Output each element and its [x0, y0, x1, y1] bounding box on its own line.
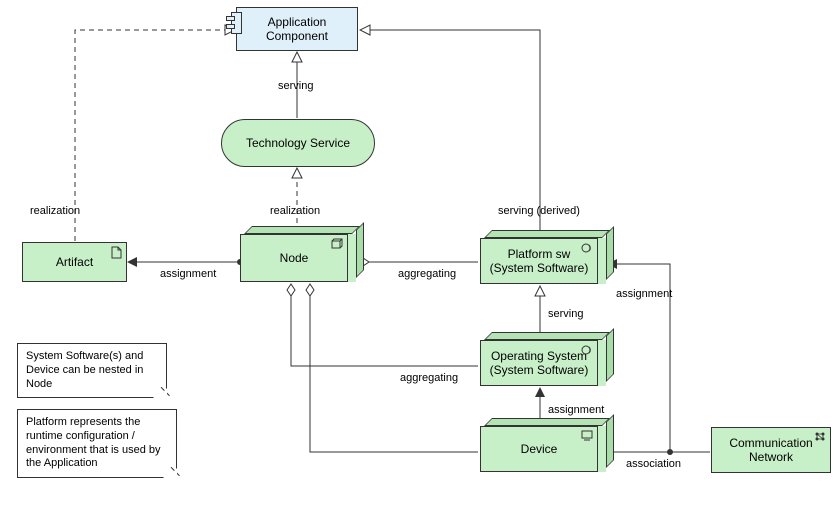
operating-system-box[interactable]: Operating System (System Software) — [480, 340, 606, 386]
syssw-icon-2 — [581, 345, 593, 359]
edge-serving-derived: serving (derived) — [498, 205, 580, 217]
application-component-label: Application Component — [266, 15, 328, 44]
network-icon — [814, 431, 826, 446]
node-label: Node — [280, 251, 309, 265]
edge-assignment2: assignment — [548, 404, 604, 416]
edge-assignment1: assignment — [160, 268, 216, 280]
node-box[interactable]: Node — [240, 234, 356, 282]
note-nested-text: System Software(s) and Device can be nes… — [26, 350, 143, 390]
document-icon — [111, 246, 122, 263]
edge-association: association — [626, 458, 681, 470]
artifact-box[interactable]: Artifact — [22, 242, 127, 282]
technology-service-box[interactable]: Technology Service — [221, 119, 375, 167]
diagram-canvas: Application Component Technology Service… — [0, 0, 838, 516]
device-box[interactable]: Device — [480, 426, 606, 472]
edge-serving2: serving — [548, 308, 583, 320]
edge-assignment3: assignment — [616, 288, 672, 300]
platform-sw-label: Platform sw (System Software) — [490, 247, 589, 276]
comm-network-label: Communication Network — [729, 436, 812, 465]
device-label: Device — [521, 442, 558, 456]
operating-system-label: Operating System (System Software) — [490, 349, 589, 378]
node-icon — [331, 238, 343, 253]
platform-sw-box[interactable]: Platform sw (System Software) — [480, 238, 606, 284]
edge-aggregating2: aggregating — [400, 372, 458, 384]
application-component-box[interactable]: Application Component — [236, 7, 358, 51]
edge-realization2: realization — [270, 205, 320, 217]
note-nested: System Software(s) and Device can be nes… — [17, 343, 167, 398]
edge-aggregating1: aggregating — [398, 268, 456, 280]
technology-service-label: Technology Service — [246, 136, 350, 150]
artifact-label: Artifact — [56, 255, 93, 269]
component-icon — [226, 12, 242, 34]
device-icon — [581, 430, 593, 445]
syssw-icon — [581, 243, 593, 257]
note-platform: Platform represents the runtime configur… — [17, 409, 177, 478]
edge-realization1: realization — [30, 205, 80, 217]
note-platform-text: Platform represents the runtime configur… — [26, 416, 161, 469]
edge-serving1: serving — [278, 80, 313, 92]
comm-network-box[interactable]: Communication Network — [711, 427, 831, 473]
